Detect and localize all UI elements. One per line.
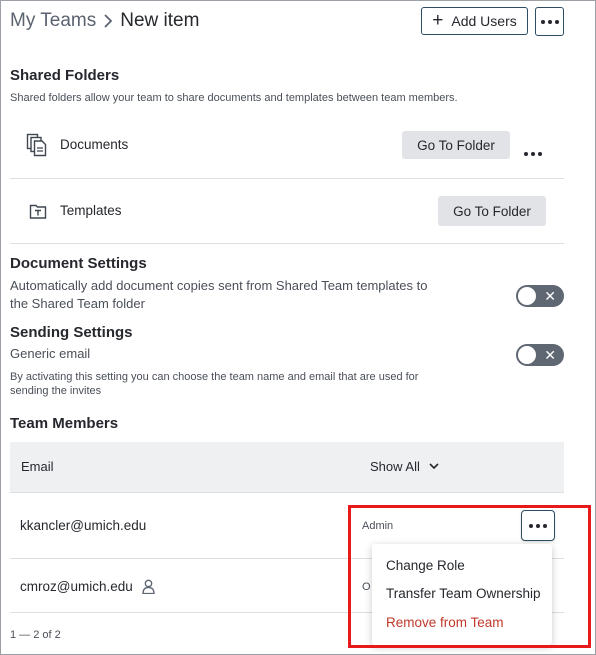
user-icon	[142, 579, 155, 594]
breadcrumb: My Teams New item	[10, 10, 199, 32]
sending-settings-option: Generic email	[10, 346, 91, 361]
member-email-text: cmroz@umich.edu	[20, 579, 133, 594]
documents-icon	[26, 133, 48, 157]
divider	[10, 492, 564, 493]
ellipsis-icon	[524, 152, 542, 156]
document-settings-title: Document Settings	[10, 255, 147, 272]
folder-label-documents: Documents	[60, 137, 129, 152]
more-options-button[interactable]	[535, 7, 564, 36]
close-icon: ✕	[544, 347, 556, 363]
chevron-down-icon	[429, 463, 439, 470]
documents-more-button[interactable]	[524, 143, 542, 161]
show-all-label: Show All	[370, 459, 420, 474]
go-to-folder-documents-button[interactable]: Go To Folder	[402, 131, 510, 159]
breadcrumb-my-teams[interactable]: My Teams	[10, 10, 96, 32]
document-settings-toggle[interactable]: ✕	[516, 285, 564, 307]
member-email: kkancler@umich.edu	[20, 518, 146, 533]
divider	[10, 178, 564, 179]
ellipsis-icon	[540, 19, 559, 24]
templates-icon	[29, 202, 47, 220]
page-title: New item	[120, 10, 200, 31]
chevron-right-icon	[103, 14, 113, 28]
member-email-text: kkancler@umich.edu	[20, 518, 147, 533]
plus-icon: +	[432, 9, 444, 31]
show-all-filter[interactable]: Show All	[370, 459, 439, 474]
close-icon: ✕	[544, 288, 556, 304]
shared-folders-subtitle: Shared folders allow your team to share …	[10, 92, 458, 104]
go-to-folder-templates-button[interactable]: Go To Folder	[438, 196, 546, 226]
column-email: Email	[21, 459, 54, 474]
shared-folders-title: Shared Folders	[10, 67, 120, 84]
divider	[10, 243, 564, 244]
folder-label-templates: Templates	[60, 203, 122, 218]
team-members-title: Team Members	[10, 415, 119, 432]
members-table-header: Email Show All	[10, 442, 564, 492]
add-users-button[interactable]: + Add Users	[421, 7, 528, 35]
pagination-info: 1 — 2 of 2	[10, 629, 61, 641]
toggle-knob	[518, 346, 536, 364]
highlight-box	[348, 505, 591, 648]
member-email: cmroz@umich.edu	[20, 579, 155, 594]
sending-settings-title: Sending Settings	[10, 324, 133, 341]
sending-settings-description: By activating this setting you can choos…	[10, 371, 419, 397]
add-users-label: Add Users	[451, 13, 517, 29]
generic-email-toggle[interactable]: ✕	[516, 344, 564, 366]
toggle-knob	[518, 287, 536, 305]
document-settings-description: Automatically add document copies sent f…	[10, 278, 428, 311]
